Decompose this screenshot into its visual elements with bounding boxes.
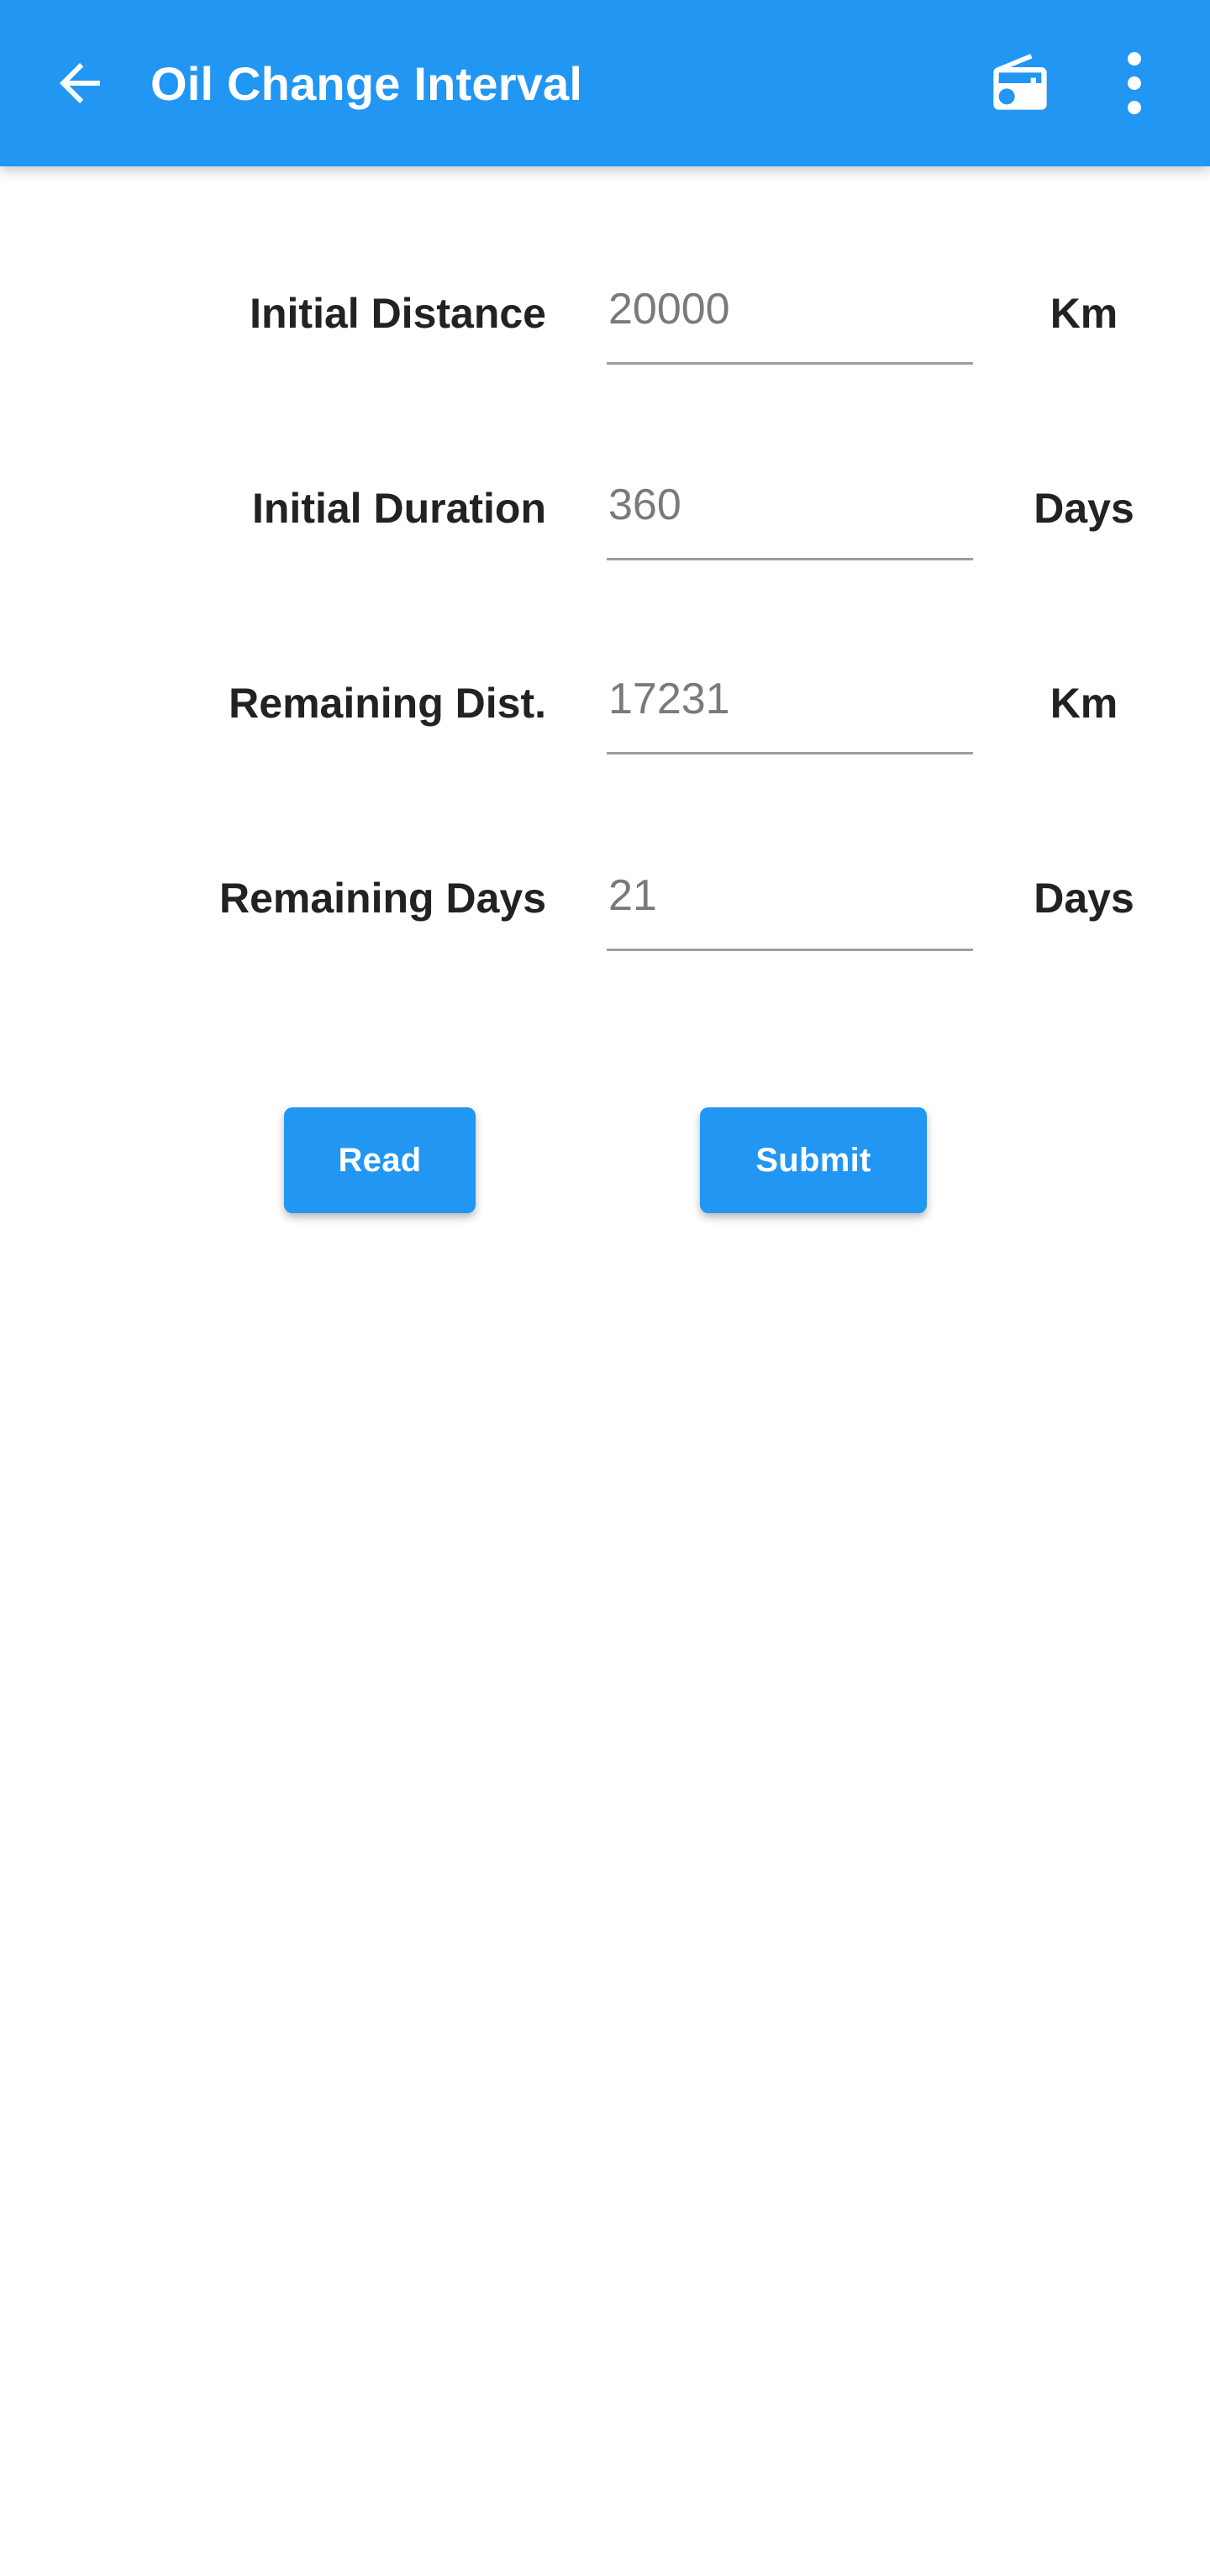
form-row-remaining-days: Remaining Days Days (0, 751, 1210, 952)
app-toolbar: Oil Change Interval (0, 0, 1210, 166)
underline-remaining-days (607, 949, 973, 952)
unit-initial-distance: Km (1050, 290, 1118, 337)
radio-icon (993, 54, 1047, 110)
more-vert-icon-dot-3 (1128, 101, 1141, 114)
label-remaining-days: Remaining Days (218, 875, 546, 922)
arrow-back-icon (60, 63, 100, 103)
field-wrap-initial-duration (607, 361, 976, 561)
input-initial-duration[interactable] (607, 481, 973, 534)
label-initial-duration: Initial Duration (252, 485, 546, 532)
action-button-bar: Read Submit (0, 1107, 1210, 1217)
form-row-initial-duration: Initial Duration Days (0, 361, 1210, 561)
input-initial-distance[interactable] (607, 286, 973, 339)
overflow-menu-button[interactable] (1094, 33, 1175, 134)
more-vert-icon-dot-1 (1128, 52, 1141, 66)
form-row-remaining-distance: Remaining Dist. Km (0, 556, 1210, 755)
more-vert-icon-dot-2 (1128, 76, 1141, 90)
submit-button[interactable]: Submit (700, 1107, 927, 1213)
page-title: Oil Change Interval (150, 56, 583, 110)
field-wrap-remaining-distance (607, 556, 976, 755)
label-initial-distance: Initial Distance (250, 290, 546, 337)
input-remaining-days[interactable] (607, 872, 973, 925)
label-remaining-distance: Remaining Dist. (229, 680, 546, 727)
radio-button[interactable] (970, 33, 1071, 134)
unit-initial-duration: Days (1034, 485, 1134, 532)
field-wrap-remaining-days (607, 751, 976, 952)
back-button[interactable] (29, 33, 130, 134)
field-wrap-initial-distance (607, 166, 976, 365)
oil-change-form: Initial Distance Km Initial Duration Day… (0, 166, 1210, 952)
form-row-initial-distance: Initial Distance Km (0, 166, 1210, 365)
unit-remaining-distance: Km (1050, 680, 1118, 727)
read-button[interactable]: Read (284, 1107, 476, 1213)
app-screen: Oil Change Interval Initial Distance Km … (0, 0, 1210, 2576)
unit-remaining-days: Days (1034, 875, 1134, 922)
input-remaining-distance[interactable] (607, 676, 973, 728)
